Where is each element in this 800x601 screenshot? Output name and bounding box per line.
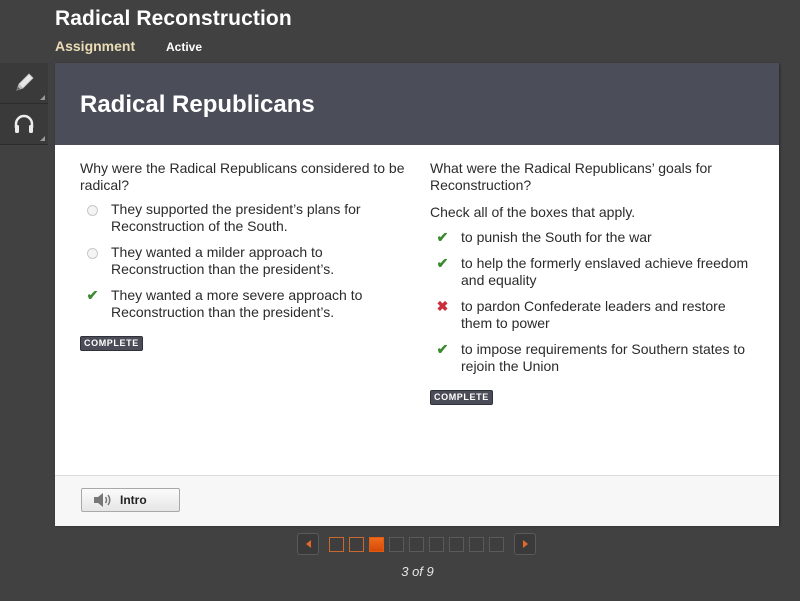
cross-icon: ✖ [436, 298, 449, 314]
complete-badge: COMPLETE [430, 390, 493, 405]
activity-panel: Radical Republicans Why were the Radical… [55, 63, 779, 526]
answer-option[interactable]: ✖ to pardon Confederate leaders and rest… [430, 298, 760, 332]
panel-title: Radical Republicans [80, 91, 315, 118]
page-indicator-6[interactable] [429, 537, 444, 552]
page-indicator-4[interactable] [389, 537, 404, 552]
option-label: They wanted a more severe approach to Re… [111, 287, 363, 320]
question-1: Why were the Radical Republicans conside… [80, 160, 405, 351]
page-counter: 3 of 9 [401, 564, 434, 579]
arrow-left-icon [305, 540, 311, 548]
checkmark-icon: ✔ [436, 341, 449, 357]
page-indicator-5[interactable] [409, 537, 424, 552]
option-label: They supported the president’s plans for… [111, 201, 361, 234]
panel-footer: Intro [55, 475, 779, 526]
instruction-text: Check all of the boxes that apply. [430, 204, 636, 220]
answer-option[interactable]: ✔ to punish the South for the war [430, 229, 760, 246]
answer-option[interactable]: ✔ to impose requirements for Southern st… [430, 341, 760, 375]
question-text: Why were the Radical Republicans conside… [80, 160, 405, 193]
radio-button[interactable] [87, 205, 98, 216]
question-text: What were the Radical Republicans’ goals… [430, 160, 712, 193]
app-title: Radical Reconstruction [55, 7, 292, 30]
audio-tool-button[interactable] [0, 104, 48, 145]
radio-button[interactable] [87, 248, 98, 259]
checkmark-icon: ✔ [86, 287, 99, 303]
pencil-tool-button[interactable] [0, 63, 48, 104]
headphones-icon [14, 114, 34, 133]
option-label: to punish the South for the war [461, 229, 652, 245]
option-label: to help the formerly enslaved achieve fr… [461, 255, 749, 288]
previous-page-button[interactable] [297, 533, 319, 555]
question-2: What were the Radical Republicans’ goals… [430, 160, 760, 405]
pencil-icon [16, 73, 34, 91]
answer-option[interactable]: ✔ to help the formerly enslaved achieve … [430, 255, 760, 289]
intro-button-label: Intro [120, 493, 147, 507]
option-label: to pardon Confederate leaders and restor… [461, 298, 726, 331]
page-indicator-3[interactable] [369, 537, 384, 552]
answer-option[interactable]: ✔ They wanted a more severe approach to … [80, 287, 405, 321]
page-indicator-1[interactable] [329, 537, 344, 552]
answer-option[interactable]: They wanted a milder approach to Reconst… [80, 244, 405, 278]
expand-corner-icon [40, 136, 45, 141]
page-indicator-8[interactable] [469, 537, 484, 552]
checkmark-icon: ✔ [436, 255, 449, 271]
panel-header: Radical Republicans [55, 63, 779, 145]
speaker-icon [94, 493, 111, 507]
checkmark-icon: ✔ [436, 229, 449, 245]
assignment-label: Assignment [55, 38, 136, 54]
page-indicator-7[interactable] [449, 537, 464, 552]
answer-option[interactable]: They supported the president’s plans for… [80, 201, 405, 235]
option-label: to impose requirements for Southern stat… [461, 341, 746, 374]
next-page-button[interactable] [514, 533, 536, 555]
page-indicator-2[interactable] [349, 537, 364, 552]
expand-corner-icon [40, 95, 45, 100]
intro-button[interactable]: Intro [81, 488, 180, 512]
option-label: They wanted a milder approach to Reconst… [111, 244, 335, 277]
complete-badge: COMPLETE [80, 336, 143, 351]
arrow-right-icon [522, 540, 528, 548]
page-indicator-9[interactable] [489, 537, 504, 552]
status-label: Active [166, 40, 203, 54]
